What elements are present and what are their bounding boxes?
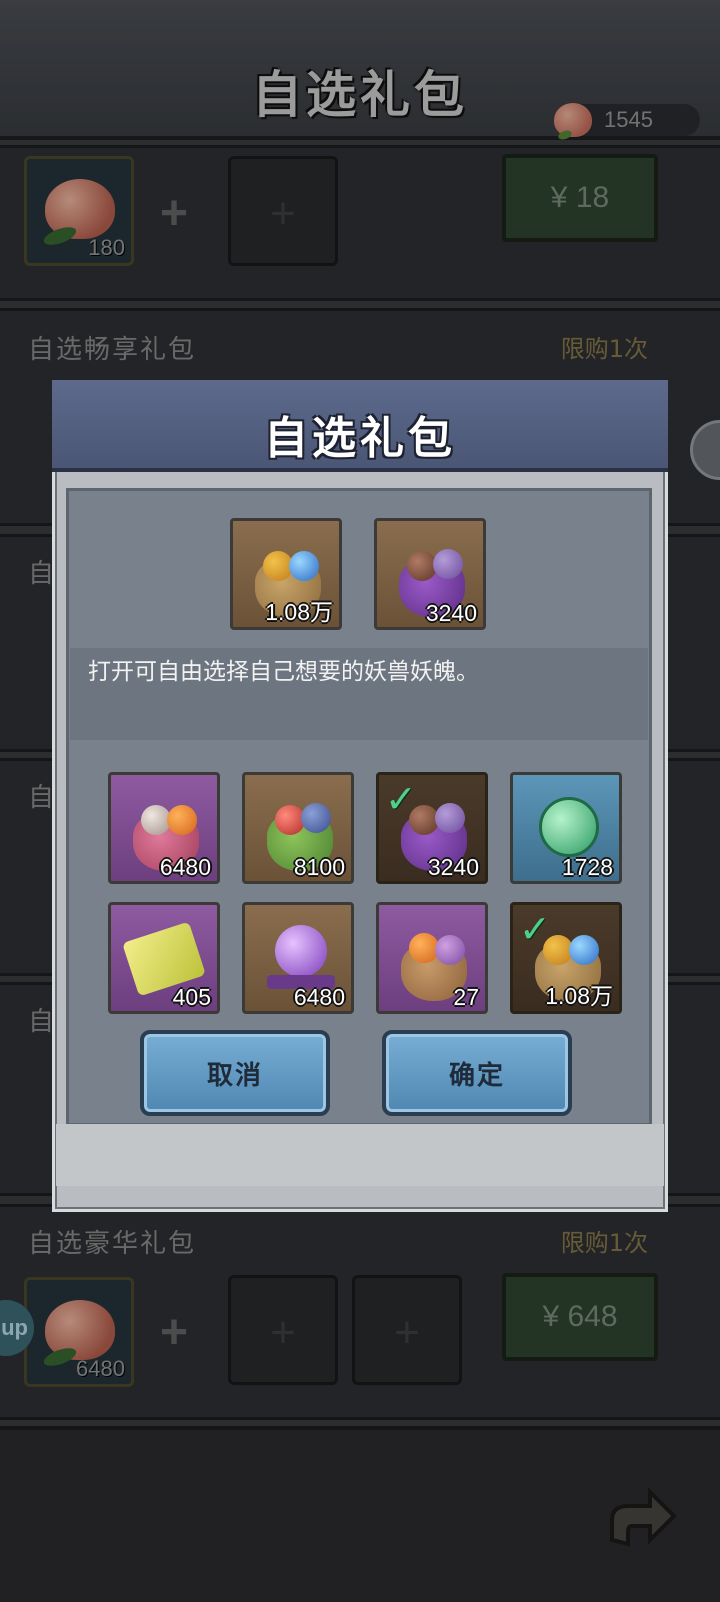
preview-item[interactable]: 3240 [374,518,486,630]
option-item[interactable]: 405 [108,902,220,1014]
cancel-button[interactable]: 取消 [140,1030,330,1116]
item-count: 3240 [425,600,477,626]
modal-description: 打开可自由选择自己想要的妖兽妖魄。 [88,659,479,685]
item-count: 8100 [293,854,345,880]
option-item-selected[interactable]: ✓ 1.08万 [510,902,622,1014]
purple-orb-icon [275,925,327,977]
orb-icon [435,803,465,833]
item-count: 1728 [561,854,613,880]
item-count: 27 [453,984,479,1010]
orb-icon [301,803,331,833]
item-count: 405 [172,984,211,1010]
item-count: 3240 [427,854,479,880]
item-count: 1.08万 [265,599,333,625]
green-jade-orb-icon [539,797,599,857]
orb-icon [435,935,465,965]
checkmark-icon: ✓ [519,909,551,951]
preview-item[interactable]: 1.08万 [230,518,342,630]
checkmark-icon: ✓ [385,779,417,821]
option-item[interactable]: 1728 [510,772,622,884]
orb-icon [167,805,197,835]
option-item-selected[interactable]: ✓ 3240 [376,772,488,884]
orb-icon [433,549,463,579]
orb-icon [569,935,599,965]
option-item[interactable]: 27 [376,902,488,1014]
option-item[interactable]: 8100 [242,772,354,884]
modal-footer [56,1124,664,1186]
item-count: 6480 [293,984,345,1010]
item-count: 6480 [159,854,211,880]
item-count: 1.08万 [545,983,613,1009]
confirm-button[interactable]: 确定 [382,1030,572,1116]
orb-icon [289,551,319,581]
option-item[interactable]: 6480 [108,772,220,884]
modal-title-bar: 自选礼包 [52,380,668,472]
modal-title: 自选礼包 [264,413,456,464]
option-item[interactable]: 6480 [242,902,354,1014]
